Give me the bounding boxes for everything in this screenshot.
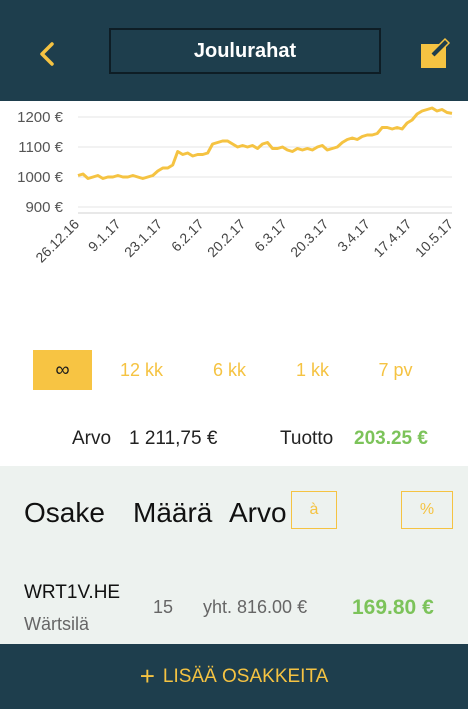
x-tick-label: 6.2.17 — [168, 216, 207, 255]
x-tick-label: 23.1.17 — [121, 216, 165, 260]
unit-price-toggle-label: à — [309, 501, 319, 518]
x-tick-label: 20.2.17 — [204, 216, 248, 260]
back-button[interactable] — [30, 36, 66, 72]
percent-toggle-label: % — [419, 501, 435, 518]
value-amount: 1 211,75 € — [129, 428, 218, 449]
y-tick-label: 900 € — [25, 199, 63, 216]
percent-toggle[interactable]: % — [401, 491, 453, 529]
return-amount: 203.25 € — [354, 428, 428, 449]
x-tick-label: 10.5.17 — [412, 216, 456, 260]
y-tick-label: 1000 € — [17, 169, 64, 186]
add-stocks-button[interactable]: + LISÄÄ OSAKKEITA — [0, 644, 468, 709]
value-chart: 900 € 1000 € 1100 € 1200 € 26.12.16 9.1.17 23.… — [0, 101, 468, 341]
column-quantity: Määrä — [133, 497, 213, 528]
value-label: Arvo — [72, 428, 112, 449]
y-tick-label: 1200 € — [17, 109, 64, 126]
holding-gain: 169.80 € — [352, 596, 434, 619]
series-line — [77, 106, 453, 180]
range-1m-label: 1 kk — [295, 359, 329, 380]
portfolio-title[interactable]: Joulurahat — [109, 28, 381, 74]
unit-price-toggle[interactable]: à — [291, 491, 337, 529]
x-tick-label: 20.3.17 — [287, 216, 331, 260]
range-12m-button[interactable]: 12 kk — [112, 350, 171, 390]
holding-quantity: 15 — [153, 597, 174, 617]
return-label: Tuotto — [280, 428, 334, 449]
range-selector: ∞ 12 kk 6 kk 1 kk 7 pv — [0, 350, 468, 390]
x-tick-label: 9.1.17 — [85, 216, 124, 255]
range-12m-label: 12 kk — [119, 359, 164, 380]
holding-ticker: WRT1V.HE — [24, 582, 121, 603]
add-stocks-label: LISÄÄ OSAKKEITA — [162, 665, 329, 687]
range-7d-button[interactable]: 7 pv — [366, 350, 425, 390]
range-all-button[interactable]: ∞ — [33, 350, 92, 390]
range-all-label: ∞ — [55, 358, 70, 381]
holding-name: Wärtsilä — [24, 614, 90, 634]
x-tick-label: 6.3.17 — [251, 216, 290, 255]
x-tick-label: 26.12.16 — [32, 216, 82, 266]
holding-total: yht. 816.00 € — [203, 597, 308, 617]
edit-button[interactable] — [418, 36, 452, 70]
range-6m-button[interactable]: 6 kk — [200, 350, 259, 390]
range-1m-button[interactable]: 1 kk — [283, 350, 342, 390]
range-7d-label: 7 pv — [378, 359, 413, 380]
column-stock: Osake — [24, 497, 105, 528]
edit-icon — [421, 37, 451, 68]
y-tick-label: 1100 € — [18, 139, 63, 156]
app-header: Joulurahat — [0, 0, 468, 101]
portfolio-title-text: Joulurahat — [193, 39, 297, 62]
plus-icon: + — [139, 661, 155, 691]
x-tick-label: 3.4.17 — [334, 216, 373, 255]
range-6m-label: 6 kk — [212, 359, 246, 380]
chevron-left-icon — [40, 42, 54, 66]
x-tick-label: 17.4.17 — [370, 216, 414, 260]
line-chart: 900 € 1000 € 1100 € 1200 € 26.12.16 9.1.1723.… — [17, 106, 456, 266]
column-value: Arvo — [229, 497, 287, 528]
portfolio-summary: Arvo 1 211,75 € Tuotto 203.25 € — [0, 428, 468, 454]
